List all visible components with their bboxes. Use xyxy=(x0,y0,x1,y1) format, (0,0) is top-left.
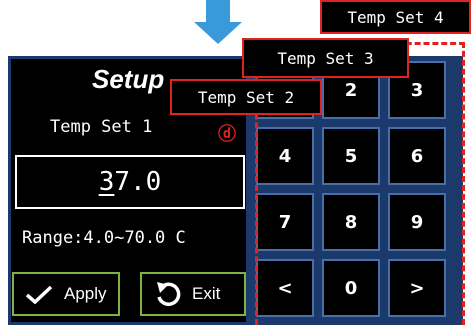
setup-title: Setup xyxy=(92,64,165,94)
exit-label: Exit xyxy=(192,284,221,303)
down-arrow-icon xyxy=(194,22,242,44)
field-label: Temp Set 1 xyxy=(50,117,153,137)
temp-set-2-tab[interactable]: Temp Set 2 xyxy=(170,79,322,115)
callout-marker-d: ⓓ xyxy=(218,124,236,144)
value-rest: 7.0 xyxy=(114,167,162,197)
apply-button[interactable]: Apply xyxy=(12,272,120,316)
undo-icon xyxy=(157,282,181,307)
value-display[interactable]: 3 7.0 xyxy=(15,155,245,209)
value-cursor-digit: 3 xyxy=(98,167,115,197)
temp-set-4-tab[interactable]: Temp Set 4 xyxy=(320,0,471,34)
apply-label: Apply xyxy=(64,284,107,303)
down-arrow-shaft xyxy=(206,0,230,22)
checkmark-icon xyxy=(25,285,53,304)
range-text: Range:4.0~70.0 C xyxy=(22,228,186,248)
exit-button[interactable]: Exit xyxy=(140,272,246,316)
temp-set-3-tab[interactable]: Temp Set 3 xyxy=(242,38,409,78)
